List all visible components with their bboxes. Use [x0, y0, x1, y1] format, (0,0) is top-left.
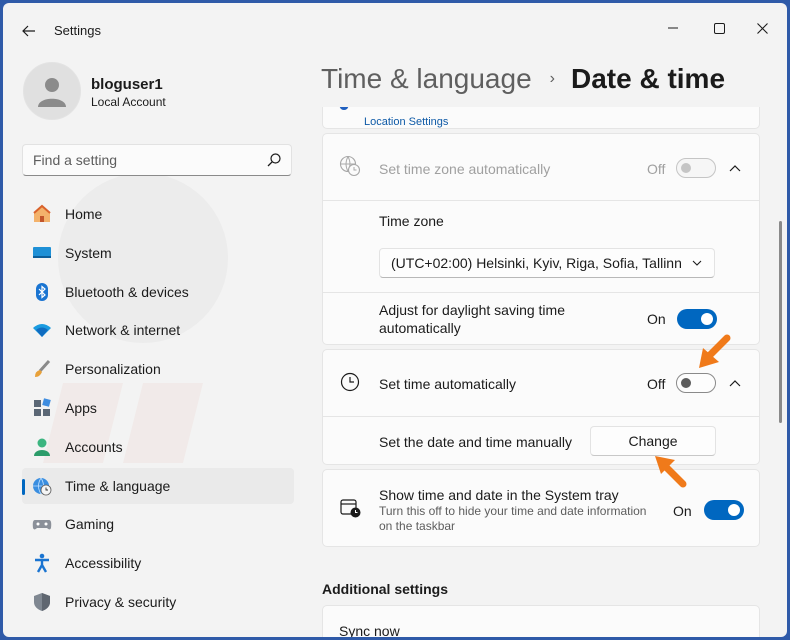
- sidebar-item-system[interactable]: System: [22, 235, 294, 271]
- account-type: Local Account: [91, 95, 166, 109]
- accessibility-icon: [32, 553, 52, 573]
- bluetooth-icon: [32, 282, 52, 302]
- chevron-down-icon: [692, 260, 702, 266]
- manual-time-label: Set the date and time manually: [379, 434, 573, 450]
- avatar[interactable]: [23, 62, 81, 120]
- tray-card: Show time and date in the System tray Tu…: [322, 469, 760, 547]
- sidebar-item-bluetooth[interactable]: Bluetooth & devices: [22, 274, 294, 310]
- sync-now-label: Sync now: [339, 623, 400, 637]
- timezone-label: Time zone: [379, 213, 444, 229]
- sidebar-item-label: Accounts: [65, 438, 123, 455]
- close-button[interactable]: [742, 13, 782, 43]
- time-auto-state: Off: [647, 376, 666, 392]
- close-icon: [756, 22, 768, 34]
- globe-clock-icon: [32, 476, 52, 496]
- apps-icon: [32, 398, 52, 418]
- sidebar-item-accounts[interactable]: Accounts: [22, 429, 294, 465]
- tray-desc-line2: on the taskbar: [379, 519, 456, 533]
- daylight-label-line1: Adjust for daylight saving time: [379, 302, 565, 318]
- settings-window: Settings bloguser1 Local Account Find a …: [3, 3, 787, 637]
- sidebar-nav: Home System Bluetooth & devices Network …: [22, 196, 294, 623]
- breadcrumb-parent[interactable]: Time & language: [321, 63, 532, 95]
- sidebar-item-label: Bluetooth & devices: [65, 283, 189, 300]
- shield-icon: [32, 592, 52, 612]
- sidebar-item-apps[interactable]: Apps: [22, 390, 294, 426]
- timezone-card: Set time zone automatically Off Time zon…: [322, 133, 760, 345]
- minimize-button[interactable]: [653, 13, 693, 43]
- divider: [323, 200, 759, 201]
- time-auto-toggle[interactable]: [676, 373, 716, 393]
- breadcrumb-separator: ›: [549, 70, 555, 87]
- timezone-auto-state: Off: [647, 161, 666, 177]
- user-name: bloguser1: [91, 76, 163, 93]
- brush-icon: [32, 359, 52, 379]
- sidebar-item-label: Network & internet: [65, 322, 181, 339]
- annotation-arrow-icon: [699, 334, 731, 368]
- search-icon[interactable]: [267, 153, 281, 167]
- sidebar-item-network[interactable]: Network & internet: [22, 312, 294, 348]
- location-icon: [339, 107, 349, 110]
- search-box[interactable]: [22, 144, 292, 176]
- chevron-up-icon[interactable]: [728, 376, 742, 390]
- sidebar-item-label: System: [65, 244, 112, 261]
- sidebar-item-label: Gaming: [65, 516, 115, 533]
- location-card: Location Settings: [322, 107, 760, 129]
- annotation-arrow-icon: [655, 456, 687, 488]
- globe-clock-icon: [339, 155, 361, 177]
- daylight-state: On: [647, 311, 666, 327]
- sidebar-item-label: Privacy & security: [65, 593, 177, 610]
- timezone-dropdown[interactable]: (UTC+02:00) Helsinki, Kyiv, Riga, Sofia,…: [379, 248, 715, 278]
- divider: [323, 292, 759, 293]
- gamepad-icon: [32, 514, 52, 534]
- sidebar-item-label: Time & language: [65, 477, 171, 494]
- chevron-up-icon[interactable]: [728, 161, 742, 175]
- divider: [323, 416, 759, 417]
- clock-icon: [340, 372, 360, 392]
- location-settings-link[interactable]: Location Settings: [364, 116, 448, 128]
- app-title: Settings: [54, 23, 101, 38]
- accounts-icon: [32, 437, 52, 457]
- sidebar-item-label: Apps: [65, 399, 97, 416]
- timezone-auto-toggle[interactable]: [676, 158, 716, 178]
- back-arrow-icon: [22, 25, 35, 37]
- sidebar-item-home[interactable]: Home: [22, 196, 294, 232]
- tray-toggle[interactable]: [704, 500, 744, 520]
- title-bar: Settings: [3, 3, 787, 57]
- sync-card: Sync now: [322, 605, 760, 637]
- sidebar-item-personalization[interactable]: Personalization: [22, 351, 294, 387]
- timezone-value: (UTC+02:00) Helsinki, Kyiv, Riga, Sofia,…: [391, 255, 681, 271]
- timezone-auto-label: Set time zone automatically: [379, 161, 551, 177]
- sidebar-item-gaming[interactable]: Gaming: [22, 506, 294, 542]
- maximize-icon: [713, 22, 725, 34]
- scrollbar[interactable]: [779, 221, 782, 423]
- sidebar-item-label: Personalization: [65, 361, 161, 378]
- additional-settings-heading: Additional settings: [322, 581, 448, 597]
- tray-state: On: [673, 503, 692, 519]
- user-icon: [38, 78, 66, 107]
- minimize-icon: [668, 27, 678, 29]
- page-title: Date & time: [570, 63, 726, 94]
- back-button[interactable]: [15, 17, 43, 45]
- system-icon: [32, 243, 52, 263]
- sidebar-item-accessibility[interactable]: Accessibility: [22, 545, 294, 581]
- sidebar-item-label: Home: [65, 206, 103, 222]
- daylight-label-line2: automatically: [379, 320, 461, 336]
- sidebar-item-privacy[interactable]: Privacy & security: [22, 584, 294, 620]
- wifi-icon: [32, 320, 52, 340]
- daylight-toggle[interactable]: [677, 309, 717, 329]
- breadcrumb: Time & language › Date & time: [321, 63, 725, 95]
- search-input[interactable]: [23, 145, 253, 175]
- maximize-button[interactable]: [699, 13, 739, 43]
- sidebar-item-time-language[interactable]: Time & language: [22, 467, 294, 504]
- tray-desc-line1: Turn this off to hide your time and date…: [379, 504, 647, 518]
- time-auto-label: Set time automatically: [379, 376, 516, 392]
- sidebar-item-label: Accessibility: [65, 555, 142, 572]
- tray-label: Show time and date in the System tray: [379, 487, 619, 503]
- home-icon: [32, 204, 52, 224]
- calendar-clock-icon: [340, 499, 361, 518]
